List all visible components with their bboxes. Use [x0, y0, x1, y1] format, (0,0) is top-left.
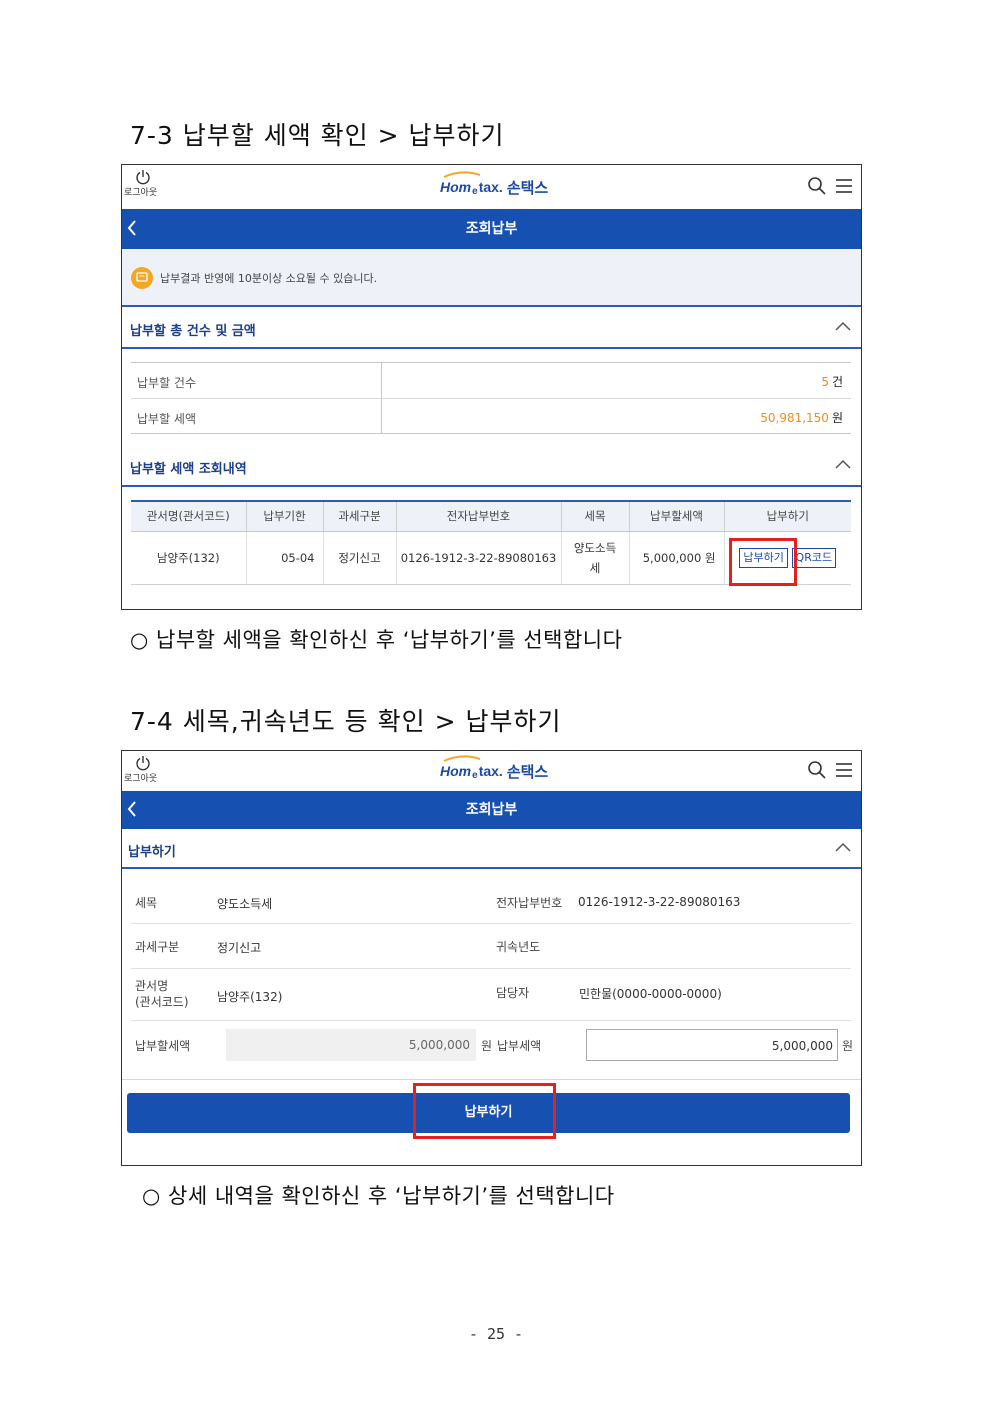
cell-tax-item: 양도소득 세	[560, 531, 629, 585]
type-value: 정기신고	[217, 941, 262, 955]
logo-tax: tax.	[478, 179, 503, 195]
tax-item-label: 세목	[135, 896, 158, 910]
qr-code-button[interactable]: QR코드	[791, 547, 837, 568]
list-section-title: 납부할 세액 조회내역	[130, 462, 247, 477]
power-icon	[136, 170, 150, 185]
logo-sontax: 손택스	[506, 178, 549, 197]
submit-area: 납부하기	[122, 1079, 861, 1163]
form-row-office: 관서명 (관서코드) 남양주(132) 담당자 민한물(0000-0000-000…	[131, 969, 851, 1021]
summary-table: 납부할 건수 5건 납부할 세액 50,981,150 원	[131, 362, 851, 434]
epay-value: 0126-1912-3-22-89080163	[578, 895, 741, 909]
col-due: 납부기한	[245, 500, 323, 532]
page-title: 조회납부	[465, 802, 518, 818]
cell-due: 05-04	[245, 531, 323, 585]
form-row-type: 과세구분 정기신고 귀속년도	[131, 924, 851, 969]
due-amount-label: 납부할세액	[135, 1039, 191, 1053]
pay-section-title: 납부하기	[128, 845, 176, 860]
count-label: 납부할 건수	[137, 376, 197, 390]
logo-swoosh-icon	[443, 755, 481, 762]
cell-type: 정기신고	[322, 531, 396, 585]
form-row-tax-item: 세목 양도소득세 전자납부번호 0126-1912-3-22-89080163	[131, 879, 851, 924]
chevron-up-icon[interactable]	[835, 321, 851, 331]
col-tax-item: 세목	[560, 500, 629, 532]
logo-sontax: 손택스	[506, 762, 549, 781]
col-amount: 납부할세액	[628, 500, 724, 532]
col-pay: 납부하기	[723, 500, 851, 532]
hamburger-menu-icon[interactable]	[835, 177, 853, 195]
count-value: 5건	[821, 375, 843, 389]
navbar: 조회납부	[122, 209, 861, 249]
logo-e: e	[472, 769, 478, 781]
chevron-up-icon[interactable]	[835, 842, 851, 852]
tax-item-value: 양도소득세	[217, 897, 273, 911]
notice-banner: 납부결과 반영에 10분이상 소요될 수 있습니다.	[122, 249, 861, 307]
form-row-amount: 납부할세액 5,000,000 원 납부세액 5,000,000 원	[131, 1021, 854, 1071]
section1-heading: 7-3 납부할 세액 확인 > 납부하기	[130, 121, 505, 150]
logo-swoosh-icon	[443, 171, 481, 178]
section1-caption: ○ 납부할 세액을 확인하신 후 ‘납부하기’를 선택합니다	[130, 628, 623, 652]
epay-label: 전자납부번호	[496, 896, 563, 910]
summary-body: 납부할 건수 5건 납부할 세액 50,981,150 원	[122, 349, 861, 445]
col-office: 관서명(관서코드)	[131, 500, 246, 532]
pay-amount-value: 5,000,000	[771, 1039, 833, 1053]
logo-e: e	[472, 185, 478, 197]
logout-button[interactable]: 로그아웃	[124, 169, 162, 198]
col-epay-no: 전자납부번호	[395, 500, 561, 532]
pay-section-header[interactable]: 납부하기	[122, 829, 861, 869]
page-number: - 25 -	[468, 1325, 524, 1343]
due-amount-field: 5,000,000	[226, 1029, 476, 1061]
highlight-box-submit	[413, 1083, 556, 1139]
pay-amount-label: 납부세액	[497, 1039, 542, 1053]
logout-button[interactable]: 로그아웃	[124, 755, 162, 784]
due-amount-value: 5,000,000	[408, 1038, 470, 1052]
pay-form: 세목 양도소득세 전자납부번호 0126-1912-3-22-89080163 …	[122, 869, 861, 1079]
manager-label: 담당자	[496, 986, 530, 1000]
type-label: 과세구분	[135, 940, 180, 954]
summary-row-count: 납부할 건수 5건	[131, 363, 851, 398]
power-icon	[136, 756, 150, 771]
summary-row-amount: 납부할 세액 50,981,150 원	[131, 398, 851, 433]
pay-amount-unit: 원	[842, 1039, 854, 1053]
chevron-up-icon[interactable]	[835, 459, 851, 469]
app-topbar: 로그아웃 Hom e tax. 손택스	[122, 165, 861, 209]
hometax-logo: Hom e tax. 손택스	[440, 755, 549, 785]
cell-office: 남양주(132)	[131, 531, 246, 585]
list-section-header[interactable]: 납부할 세액 조회내역	[122, 445, 861, 487]
summary-section-title: 납부할 총 건수 및 금액	[130, 324, 256, 339]
year-label: 귀속년도	[496, 940, 541, 954]
highlight-box-pay	[729, 538, 797, 586]
section2-heading: 7-4 세목,귀속년도 등 확인 > 납부하기	[130, 707, 562, 736]
screenshot-2: 로그아웃 Hom e tax. 손택스 조회납부 납부하기 세목 양도소득세 전자납부…	[121, 750, 862, 1166]
hamburger-menu-icon[interactable]	[835, 761, 853, 779]
manager-value: 민한물(0000-0000-0000)	[579, 987, 722, 1001]
navbar: 조회납부	[122, 791, 861, 829]
amount-value: 50,981,150 원	[760, 411, 843, 425]
logo-home: Hom	[440, 179, 472, 195]
page-title: 조회납부	[465, 221, 518, 237]
table-header-row: 관서명(관서코드) 납부기한 과세구분 전자납부번호 세목 납부할세액 납부하기	[131, 500, 851, 532]
col-type: 과세구분	[322, 500, 396, 532]
search-icon[interactable]	[807, 176, 827, 196]
summary-section-header[interactable]: 납부할 총 건수 및 금액	[122, 307, 861, 349]
due-amount-unit: 원	[481, 1039, 493, 1053]
office-value: 남양주(132)	[217, 990, 283, 1004]
chat-bubble-icon	[131, 267, 153, 289]
office-label: 관서명 (관서코드)	[135, 979, 189, 1009]
logo-home: Hom	[440, 763, 472, 779]
cell-epay-no: 0126-1912-3-22-89080163	[395, 531, 561, 585]
amount-label: 납부할 세액	[137, 412, 197, 426]
notice-text: 납부결과 반영에 10분이상 소요될 수 있습니다.	[160, 272, 378, 285]
cell-amount: 5,000,000 원	[628, 531, 724, 585]
screenshot-1: 로그아웃 Hom e tax. 손택스 조회납부 납부결과 반영에 10분이상 소요될…	[121, 164, 862, 610]
pay-amount-input[interactable]: 5,000,000	[586, 1029, 838, 1061]
search-icon[interactable]	[807, 760, 827, 780]
logout-label: 로그아웃	[124, 774, 158, 784]
logout-label: 로그아웃	[124, 188, 158, 198]
hometax-logo: Hom e tax. 손택스	[440, 171, 549, 201]
section2-caption: ○ 상세 내역을 확인하신 후 ‘납부하기’를 선택합니다	[142, 1184, 615, 1208]
logo-tax: tax.	[478, 763, 503, 779]
app-topbar: 로그아웃 Hom e tax. 손택스	[122, 751, 861, 791]
